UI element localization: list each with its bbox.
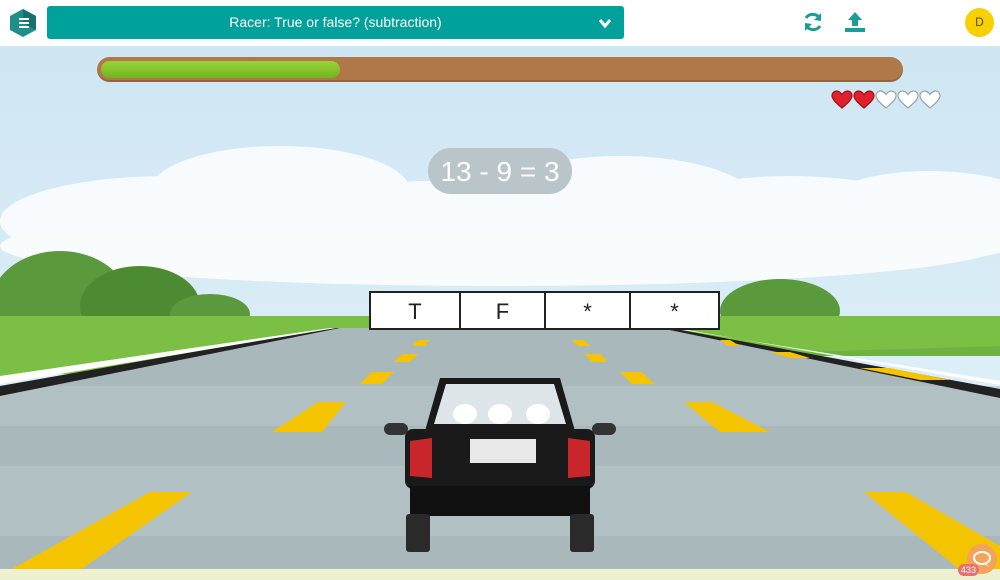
game-scene: 13 - 9 = 3 T F * * 433 <box>0 46 1000 580</box>
heart-empty-icon <box>875 90 897 109</box>
refresh-icon[interactable] <box>802 11 824 33</box>
user-avatar[interactable]: D <box>965 8 994 37</box>
question-bubble: 13 - 9 = 3 <box>428 148 572 194</box>
heart-empty-icon <box>919 90 941 109</box>
answer-gate[interactable]: F <box>459 291 546 330</box>
chat-badge: 433 <box>958 564 980 576</box>
answer-gates: T F * * <box>369 291 720 330</box>
logo-icon[interactable] <box>10 9 36 37</box>
heart-empty-icon <box>897 90 919 109</box>
upload-icon[interactable] <box>844 11 866 33</box>
chevron-down-icon <box>598 19 612 29</box>
answer-gate[interactable]: T <box>369 291 461 330</box>
progress-fill <box>101 61 340 78</box>
heart-full-icon <box>831 90 853 109</box>
answer-gate[interactable]: * <box>544 291 631 330</box>
answer-gate[interactable]: * <box>629 291 720 330</box>
lives-indicator <box>831 90 941 112</box>
top-bar: Racer: True or false? (subtraction) D <box>0 0 1000 46</box>
progress-bar <box>97 57 903 82</box>
activity-title: Racer: True or false? (subtraction) <box>229 14 442 30</box>
heart-full-icon <box>853 90 875 109</box>
activity-selector[interactable]: Racer: True or false? (subtraction) <box>47 6 624 39</box>
bottom-strip <box>0 569 1000 580</box>
